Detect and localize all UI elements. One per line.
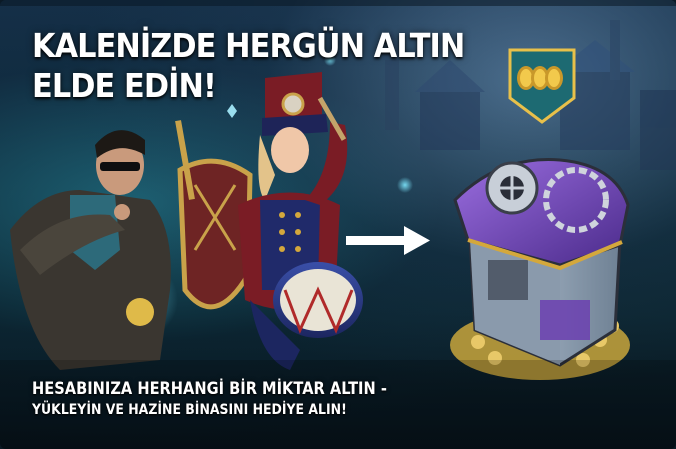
- hero-with-sunglasses: [10, 130, 171, 370]
- subline-line-1: HESABINIZA HERHANGİ BİR MİKTAR ALTIN -: [32, 379, 387, 399]
- subline-line-2: YÜKLEYİN VE HAZİNE BİNASINI HEDİYE ALIN!: [32, 402, 347, 418]
- treasury-building: [450, 158, 630, 380]
- subline: HESABINIZA HERHANGİ BİR MİKTAR ALTIN - Y…: [32, 378, 387, 420]
- headline-line-2: ELDE EDİN!: [32, 66, 217, 105]
- right-arrow-icon: [346, 226, 430, 255]
- headline-line-1: KALENİZDE HERGÜN ALTIN: [32, 26, 465, 65]
- promo-banner[interactable]: KALENİZDE HERGÜN ALTIN ELDE EDİN! HESABI…: [0, 0, 676, 449]
- gold-coins-icon: [517, 66, 563, 90]
- gold-coins-badge: [508, 48, 576, 124]
- drummer-character: [238, 72, 363, 370]
- headline: KALENİZDE HERGÜN ALTIN ELDE EDİN!: [32, 26, 465, 106]
